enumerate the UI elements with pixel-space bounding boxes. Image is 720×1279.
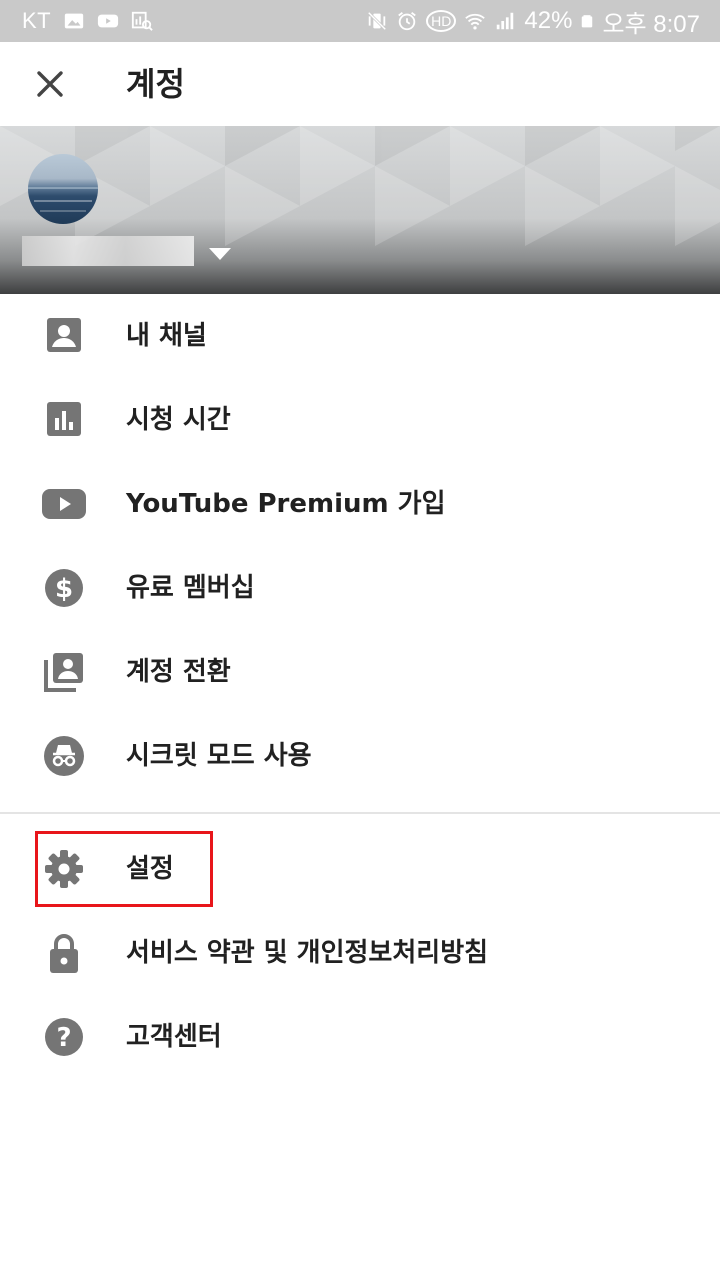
menu-label: 계정 전환	[126, 657, 231, 687]
avatar[interactable]	[28, 154, 98, 224]
header-pattern	[0, 126, 720, 246]
menu-item-settings[interactable]: 설정	[0, 827, 720, 911]
incognito-icon	[44, 736, 84, 776]
screenshot-search-icon	[132, 11, 153, 31]
account-box-icon	[47, 318, 81, 352]
menu-divider	[0, 812, 720, 814]
battery-percent: 42%	[524, 7, 573, 34]
account-name-redacted[interactable]	[22, 236, 194, 266]
alarm-icon	[398, 12, 416, 31]
help-icon: ?	[45, 1018, 83, 1056]
youtube-notification-icon	[98, 14, 119, 28]
lock-icon	[50, 934, 78, 973]
status-right: HD 42% 오후 8:07	[366, 0, 700, 42]
menu-item-my-channel[interactable]: 내 채널	[0, 294, 720, 378]
close-icon[interactable]	[30, 64, 70, 104]
youtube-play-icon	[42, 489, 86, 519]
mute-vibrate-icon	[367, 11, 387, 31]
menu-label: 고객센터	[126, 1022, 222, 1052]
carrier-label: KT	[22, 8, 52, 33]
page-title: 계정	[126, 65, 185, 103]
svg-text:$: $	[55, 574, 73, 604]
status-left: KT	[22, 0, 153, 42]
clock: 오후 8:07	[602, 10, 700, 38]
menu-item-switch-account[interactable]: 계정 전환	[0, 630, 720, 714]
menu-item-terms-privacy[interactable]: 서비스 약관 및 개인정보처리방침	[0, 911, 720, 995]
menu-label: 유료 멤버십	[126, 573, 255, 603]
battery-icon	[582, 15, 593, 28]
menu-label: YouTube Premium 가입	[126, 489, 446, 519]
svg-text:?: ?	[56, 1023, 71, 1053]
gear-icon	[45, 850, 83, 888]
menu-label: 내 채널	[126, 321, 207, 351]
menu-label: 시청 시간	[126, 405, 231, 435]
menu-item-paid-membership[interactable]: $ 유료 멤버십	[0, 546, 720, 630]
menu-item-watch-time[interactable]: 시청 시간	[0, 378, 720, 462]
app-bar: 계정	[0, 42, 720, 126]
menu-label: 시크릿 모드 사용	[126, 741, 312, 771]
account-header	[0, 126, 720, 294]
chevron-down-icon[interactable]	[208, 246, 232, 262]
switch-account-icon	[44, 653, 83, 692]
gallery-icon	[64, 13, 84, 29]
menu-item-youtube-premium[interactable]: YouTube Premium 가입	[0, 462, 720, 546]
status-bar: KT HD 42% 오후 8:07	[0, 0, 720, 42]
menu-item-help-center[interactable]: ? 고객센터	[0, 995, 720, 1079]
menu-item-incognito[interactable]: 시크릿 모드 사용	[0, 714, 720, 798]
wifi-icon	[465, 13, 486, 30]
menu-label: 설정	[126, 854, 174, 884]
bar-chart-icon	[47, 402, 81, 436]
hd-badge: HD	[426, 10, 457, 32]
signal-icon	[497, 12, 514, 30]
menu-label: 서비스 약관 및 개인정보처리방침	[126, 938, 489, 968]
dollar-circle-icon: $	[45, 569, 83, 607]
